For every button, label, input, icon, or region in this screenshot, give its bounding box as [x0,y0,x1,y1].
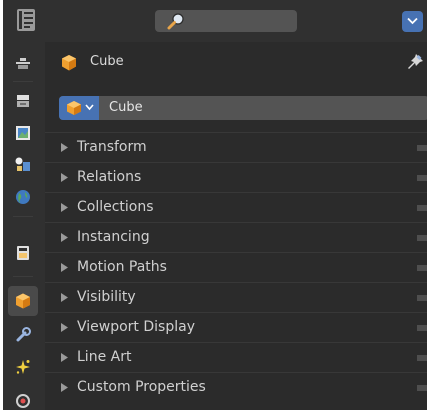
panel-header-label: Custom Properties [77,379,206,395]
property-sections: Transform Relations Collections Instancing M… [45,132,427,402]
drag-handle-icon[interactable] [417,385,427,391]
pin-icon[interactable] [405,52,425,72]
panel-header-label: Instancing [77,229,150,245]
tab-collection[interactable] [8,238,38,268]
tab-render[interactable] [8,86,38,116]
collapse-arrow-icon [61,263,68,272]
search-input[interactable] [155,10,297,32]
wrench-icon [16,327,31,342]
panel-header-relations[interactable]: Relations [45,162,427,192]
drag-handle-icon[interactable] [417,325,427,331]
physics-icon [16,394,30,408]
tab-particles[interactable] [8,352,38,382]
tool-icon [16,58,30,69]
tab-world[interactable] [8,182,38,212]
panel-header-visibility[interactable]: Visibility [45,282,427,312]
object-cube-icon [67,101,81,115]
panel-header-collections[interactable]: Collections [45,192,427,222]
search-icon [167,13,184,30]
panel-header-viewport-display[interactable]: Viewport Display [45,312,427,342]
panel-header-transform[interactable]: Transform [45,132,427,162]
output-icon [16,126,30,140]
editor-header [3,0,427,42]
panel-header-label: Relations [77,169,142,185]
object-name-row: Cube [59,96,427,120]
tab-tool[interactable] [8,48,38,78]
panel-header-label: Line Art [77,349,132,365]
panel-header-instancing[interactable]: Instancing [45,222,427,252]
drag-handle-icon[interactable] [417,265,427,271]
render-icon [17,95,29,107]
drag-handle-icon[interactable] [417,295,427,301]
view-layer-icon [15,157,30,171]
panel-header-label: Visibility [77,289,136,305]
tab-view-layer[interactable] [8,150,38,180]
context-object-name: Cube [90,54,124,69]
collapse-arrow-icon [61,353,68,362]
collapse-arrow-icon [61,173,68,182]
tab-object[interactable] [8,286,38,316]
collapse-arrow-icon [61,203,68,212]
panel-header-label: Collections [77,199,154,215]
collection-icon [17,246,29,260]
panel-header-label: Transform [77,139,147,155]
context-path: Cube [45,42,427,86]
drag-handle-icon[interactable] [417,145,427,151]
panel-header-custom-properties[interactable]: Custom Properties [45,372,427,402]
world-icon [16,190,30,204]
tab-modifiers[interactable] [8,320,38,350]
drag-handle-icon[interactable] [417,235,427,241]
drag-handle-icon[interactable] [417,175,427,181]
filter-dropdown-button[interactable] [402,11,423,32]
panel-header-motion-paths[interactable]: Motion Paths [45,252,427,282]
object-cube-icon [62,55,76,71]
chevron-down-icon [85,104,94,111]
object-type-selector[interactable] [59,96,99,120]
collapse-arrow-icon [61,323,68,332]
collapse-arrow-icon [61,143,68,152]
tab-divider [13,276,33,277]
object-cube-icon [16,293,30,309]
editor-type-button[interactable] [17,9,35,31]
tab-physics[interactable] [8,384,38,410]
properties-main-area: Cube Cube Transform Relations Collections I… [45,42,427,410]
panel-header-label: Motion Paths [77,259,167,275]
particles-icon [16,360,30,374]
properties-editor: Cube Cube Transform Relations Collections I… [3,0,427,410]
panel-header-label: Viewport Display [77,319,195,335]
panel-header-line-art[interactable]: Line Art [45,342,427,372]
drag-handle-icon[interactable] [417,355,427,361]
tab-divider [13,81,33,82]
drag-handle-icon[interactable] [417,205,427,211]
collapse-arrow-icon [61,383,68,392]
collapse-arrow-icon [61,293,68,302]
collapse-arrow-icon [61,233,68,242]
object-name-field[interactable]: Cube [99,96,427,120]
properties-tab-bar [3,42,45,410]
tab-divider [13,216,33,217]
chevron-down-icon [407,17,418,25]
tab-output[interactable] [8,118,38,148]
properties-editor-icon [17,9,35,31]
